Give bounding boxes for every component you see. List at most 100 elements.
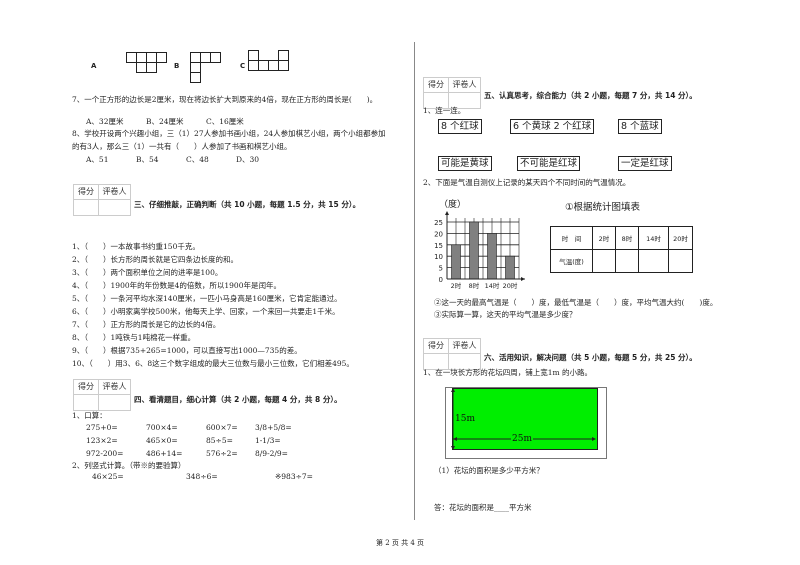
- judge-item: 9、（ ）根据735+265=1000，可以直接写出1000—735的差。: [72, 346, 302, 355]
- grader-label: 评卷人: [452, 341, 477, 350]
- oral-calc-item: 3/8+5/8=: [255, 423, 292, 432]
- question-8-line2: 的有3人，那么三（1）一共有（ ）人参加了书画和棋艺小组。: [72, 142, 292, 151]
- table-header-cell: 20时: [668, 226, 693, 250]
- score-box-section-3: 得分 评卷人: [73, 184, 131, 216]
- temperature-table: 时 间 2时 8时 14时 20时 气温(度): [550, 226, 693, 273]
- vertical-calc-item: 348÷6=: [186, 472, 218, 481]
- bar-8时: [469, 221, 479, 280]
- table-fill-cell[interactable]: [638, 249, 669, 273]
- bar-14时: [487, 233, 497, 280]
- x-tick-label: 8时: [469, 281, 480, 290]
- oral-calc-item: 123×2=: [86, 436, 118, 445]
- q8-option-a: A、51: [86, 155, 109, 164]
- table-fill-cell[interactable]: [615, 249, 639, 273]
- grader-label: 评卷人: [102, 187, 127, 196]
- oral-calc-item: 275+0=: [86, 423, 118, 432]
- oral-calc-item: 8/9-2/9=: [255, 449, 288, 458]
- garden-subquestion-1: （1）花坛的面积是多少平方米？: [434, 466, 544, 475]
- table-header-cell: 2时: [592, 226, 616, 250]
- shape-label-c: C: [240, 62, 246, 70]
- y-axis-arrow-icon: [445, 211, 449, 215]
- q7-option-c: C、16厘米: [206, 117, 244, 126]
- question-7: 7、一个正方形的边长是2厘米，现在将边长扩大到原来的4倍，现在正方形的周长是( …: [72, 95, 378, 104]
- y-axis-label: （度）: [439, 198, 466, 210]
- table-title: ①根据统计图填表: [565, 202, 641, 213]
- vertical-calc-label: 2、列竖式计算。（带※的要验算）: [72, 461, 186, 470]
- arrow-head-icon: [451, 446, 455, 450]
- table-header-cell: 时 间: [550, 226, 593, 250]
- table-header-cell: 14时: [638, 226, 669, 250]
- score-label: 得分: [424, 78, 449, 92]
- q7-option-b: B、24厘米: [146, 117, 184, 126]
- oral-calc-item: 465×0=: [146, 436, 178, 445]
- page-footer: 第 2 页 共 4 页: [375, 539, 425, 547]
- connect-top-box-3[interactable]: 8 个蓝球: [618, 119, 662, 134]
- arrow-head-icon: [453, 437, 457, 441]
- y-tick-label: 20: [434, 230, 443, 238]
- x-tick-label: 14时: [485, 281, 500, 290]
- connect-bottom-box-3[interactable]: 一定是红球: [618, 156, 672, 171]
- vertical-calc-item: ※983÷7=: [275, 472, 313, 481]
- oral-calc-label: 1、口算：: [72, 411, 107, 420]
- oral-calc-item: 85÷5=: [206, 436, 233, 445]
- oral-calc-item: 1-1/3=: [255, 436, 281, 445]
- table-header-cell: 8时: [615, 226, 639, 250]
- judge-item: 7、（ ）正方形的周长是它的边长的4倍。: [72, 320, 221, 329]
- oral-calc-item: 700×4=: [146, 423, 178, 432]
- question-8-line1: 8、学校开设两个兴趣小组，三（1）27人参加书画小组，24人参加棋艺小组，两个小…: [72, 129, 386, 138]
- bar-20时: [505, 255, 515, 280]
- section-6-title: 六、活用知识，解决问题（共 5 小题，每题 5 分，共 25 分）。: [484, 353, 697, 362]
- arrow-head-icon: [592, 437, 596, 441]
- table-header-row: 时 间 2时 8时 14时 20时: [550, 226, 693, 250]
- judge-item: 4、（ ）1900年的年份数是4的倍数，所以1900年是闰年。: [72, 281, 281, 290]
- temperature-question: 2、下面是气温自测仪上记录的某天四个不同时间的气温情况。: [423, 178, 631, 187]
- connect-bottom-box-2[interactable]: 不可能是红球: [517, 156, 581, 171]
- judge-item: 1、（ ）一本故事书约重150千克。: [72, 242, 200, 251]
- table-fill-cell[interactable]: [668, 249, 693, 273]
- judge-item: 8、（ ）1吨铁与1吨棉花一样重。: [72, 333, 196, 342]
- section-3-title: 三、仔细推敲，正确判断（共 10 小题，每题 1.5 分，共 15 分）。: [134, 200, 361, 209]
- y-tick-label: 15: [434, 242, 443, 250]
- judge-item: 2、（ ）长方形的周长就是它四条边长度的和。: [72, 255, 239, 264]
- temperature-subquestion-3: ③实际算一算，这天的平均气温是多少度？: [434, 310, 577, 319]
- connect-top-box-2[interactable]: 6 个黄球 2 个红球: [510, 119, 595, 134]
- q8-option-d: D、30: [236, 155, 260, 164]
- judge-item: 5、（ ）一条河平均水深140厘米，一匹小马身高是160厘米，它肯定能通过。: [72, 294, 342, 303]
- grader-field[interactable]: [99, 200, 130, 215]
- judge-item: 10、（ ）用3、6、8这三个数字组成的最大三位数与最小三位数，它们相差495。: [72, 359, 354, 368]
- temperature-bar-chart: （度） 0 5 10 15 20 25 2时 8时 14时 20时: [434, 198, 525, 290]
- table-value-row: 气温(度): [550, 249, 693, 273]
- score-label: 得分: [424, 339, 449, 353]
- score-box-section-4: 得分 评卷人: [73, 379, 131, 411]
- score-label: 得分: [74, 185, 99, 199]
- connect-bottom-box-1[interactable]: 可能是黄球: [438, 156, 492, 171]
- grader-label: 评卷人: [452, 80, 477, 89]
- oral-calc-item: 600×7=: [206, 423, 238, 432]
- judge-item: 6、（ ）小明家离学校500米，他每天上学、回家，一个来回一共要走1千米。: [72, 307, 340, 316]
- score-field[interactable]: [74, 200, 99, 215]
- temperature-subquestion-2: ②这一天的最高气温是（ ）度，最低气温是（ ）度，平均气温大约( )度。: [434, 298, 718, 307]
- section-5-title: 五、认真思考，综合能力（共 2 小题，每题 7 分，共 14 分）。: [484, 91, 697, 100]
- judge-item: 3、（ ）两个面积单位之间的进率是100。: [72, 268, 223, 277]
- bar-2时: [451, 244, 461, 280]
- x-tick-label: 2时: [451, 281, 462, 290]
- table-row-label: 气温(度): [550, 249, 593, 273]
- score-field[interactable]: [74, 395, 99, 410]
- oral-calc-item: 972-200=: [86, 449, 124, 458]
- connect-top-box-1[interactable]: 8 个红球: [438, 119, 482, 134]
- x-axis-arrow-icon: [521, 277, 525, 281]
- grader-field[interactable]: [99, 395, 130, 410]
- connect-label: 1、连一连。: [423, 106, 466, 115]
- oral-calc-item: 576÷2=: [206, 449, 238, 458]
- y-tick-label: 5: [439, 265, 443, 273]
- q7-option-a: A、32厘米: [86, 117, 124, 126]
- score-label: 得分: [74, 380, 99, 394]
- garden-question: 1、在一块长方形的花坛四周，铺上宽1m 的小路。: [423, 368, 593, 377]
- q8-option-b: B、54: [136, 155, 159, 164]
- table-fill-cell[interactable]: [592, 249, 616, 273]
- section-4-title: 四、看清题目，细心计算（共 2 小题，每题 4 分，共 8 分）。: [134, 395, 342, 404]
- oral-calc-item: 486+14=: [146, 449, 183, 458]
- y-tick-label: 0: [439, 276, 443, 284]
- shape-label-a: A: [91, 62, 97, 70]
- garden-answer-line: 答：花坛的面积是____平方米: [434, 503, 532, 512]
